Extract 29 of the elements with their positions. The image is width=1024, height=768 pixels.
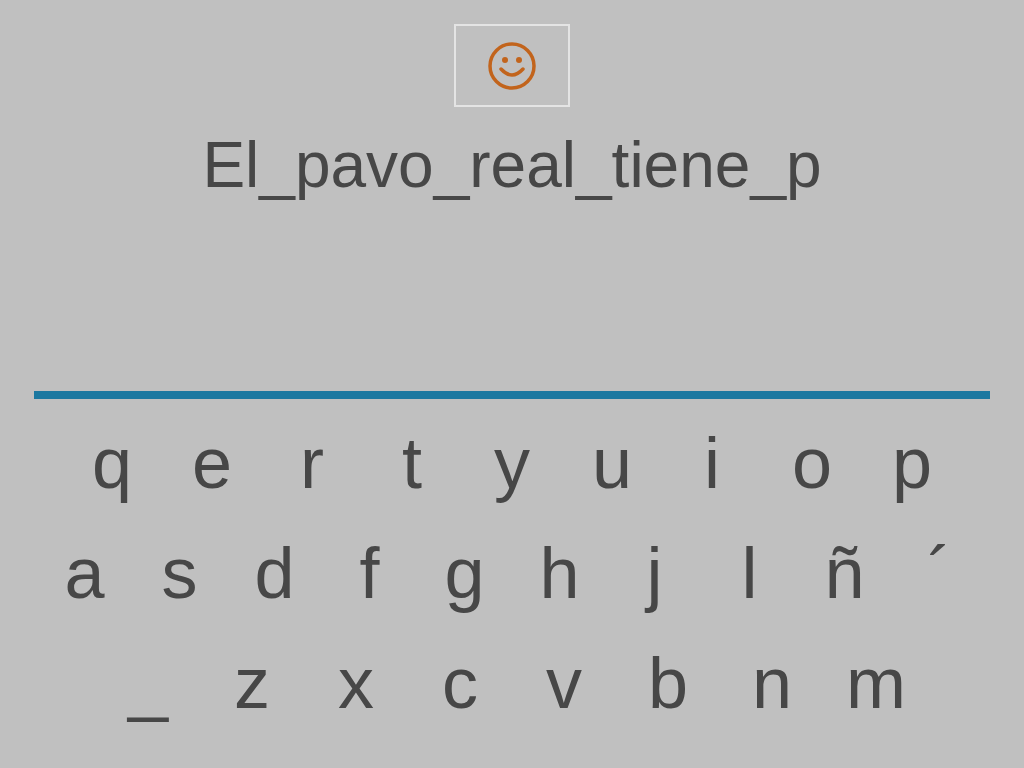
letter-key[interactable]: q	[62, 421, 162, 505]
letter-key[interactable]: r	[262, 421, 362, 505]
letter-key[interactable]: u	[562, 421, 662, 505]
phrase-text: El_pavo_real_tiene_p	[202, 129, 822, 201]
letter-key[interactable]: h	[512, 531, 607, 615]
letter-key[interactable]: _	[96, 641, 200, 725]
letter-key[interactable]: s	[132, 531, 227, 615]
letter-key[interactable]: d	[227, 531, 322, 615]
letter-key[interactable]: x	[304, 641, 408, 725]
letter-key[interactable]: t	[362, 421, 462, 505]
letter-key[interactable]: o	[762, 421, 862, 505]
letter-key[interactable]: j	[607, 531, 702, 615]
letter-key[interactable]: f	[322, 531, 417, 615]
letter-key[interactable]: e	[162, 421, 262, 505]
letter-key[interactable]: c	[408, 641, 512, 725]
letter-key[interactable]: ñ	[797, 531, 892, 615]
letter-key[interactable]: a	[37, 531, 132, 615]
letter-key[interactable]: p	[862, 421, 962, 505]
letter-key[interactable]: g	[417, 531, 512, 615]
letter-key[interactable]: b	[616, 641, 720, 725]
letter-key[interactable]: m	[824, 641, 928, 725]
letter-key[interactable]: l	[702, 531, 797, 615]
letter-key[interactable]: v	[512, 641, 616, 725]
smiley-icon	[487, 40, 537, 91]
letter-key[interactable]: z	[200, 641, 304, 725]
letter-key[interactable]: i	[662, 421, 762, 505]
letter-key[interactable]: y	[462, 421, 562, 505]
letter-key[interactable]: n	[720, 641, 824, 725]
letter-key[interactable]: ´	[892, 531, 987, 615]
